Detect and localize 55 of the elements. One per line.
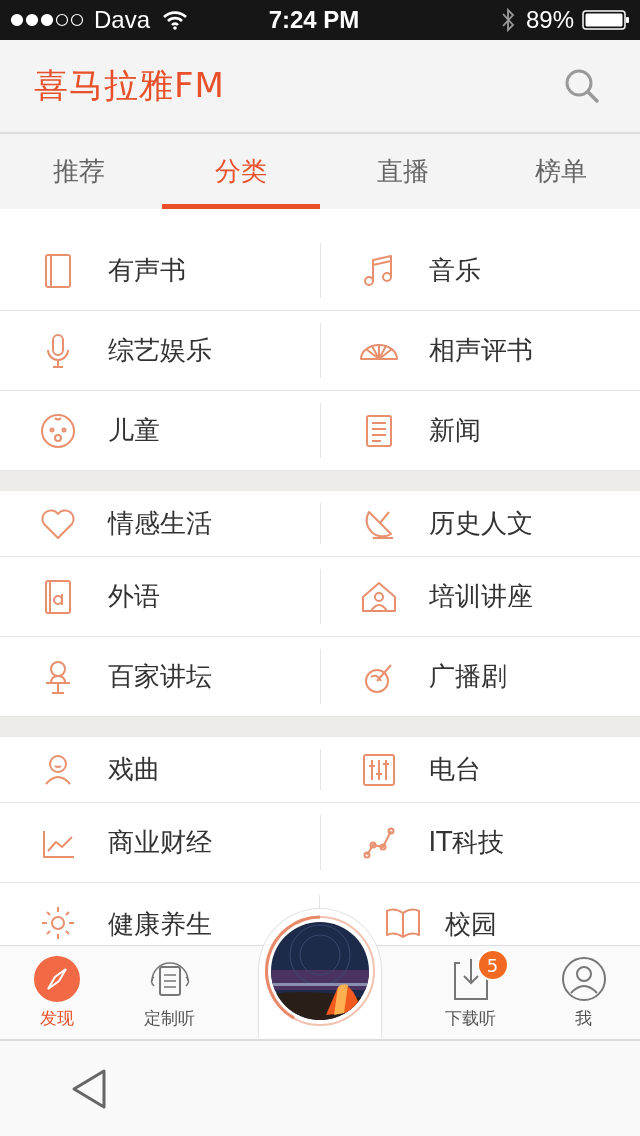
category-item[interactable]: 外语 (0, 557, 320, 636)
category-label: 广播剧 (428, 660, 507, 693)
category-label: 音乐 (428, 254, 481, 287)
nav-item[interactable]: 5 下载听 (414, 946, 527, 1039)
category-label: 情感生活 (108, 507, 212, 540)
category-label: 校园 (445, 908, 497, 941)
category-tab[interactable]: 直播 (324, 134, 482, 209)
category-item[interactable]: 情感生活 (0, 491, 320, 556)
category-item[interactable]: 健康养生 (0, 883, 230, 945)
category-label: 百家讲坛 (108, 660, 212, 693)
category-item[interactable]: 音乐 (320, 231, 640, 310)
compass-icon (32, 955, 81, 1003)
nav-item[interactable]: 发现 (0, 946, 113, 1039)
category-item[interactable]: 历史人文 (320, 491, 640, 556)
category-label: 电台 (428, 753, 481, 786)
category-item[interactable]: 培训讲座 (320, 557, 640, 636)
category-label: 有声书 (108, 254, 186, 287)
category-item[interactable]: 有声书 (0, 231, 320, 310)
battery-percent: 89% (525, 6, 574, 34)
category-label: 新闻 (428, 414, 481, 447)
battery-icon (582, 9, 630, 31)
category-item[interactable]: 新闻 (320, 391, 640, 470)
carrier-name: Dava (94, 6, 151, 34)
category-label: 外语 (108, 580, 160, 613)
category-label: 健康养生 (108, 908, 212, 941)
app-logo: 喜马拉雅FM (34, 64, 225, 107)
category-label: 历史人文 (428, 507, 533, 540)
category-label: 培训讲座 (428, 580, 533, 613)
category-tab[interactable]: 推荐 (0, 134, 158, 209)
category-label: 儿童 (108, 414, 160, 447)
category-label: 戏曲 (108, 753, 160, 786)
category-item[interactable]: 相声评书 (320, 311, 640, 390)
category-item[interactable]: IT科技 (320, 803, 640, 882)
clock: 7:24 PM (267, 6, 361, 34)
category-item[interactable]: 百家讲坛 (0, 637, 320, 716)
category-item[interactable]: 校园 (383, 883, 640, 945)
category-item[interactable]: 商业财经 (0, 803, 320, 882)
category-label: 综艺娱乐 (108, 334, 212, 367)
category-label: IT科技 (428, 826, 505, 859)
category-item[interactable]: 戏曲 (0, 737, 320, 802)
category-label: 相声评书 (428, 334, 533, 367)
notification-badge: 5 (476, 949, 509, 981)
category-item[interactable]: 儿童 (0, 391, 320, 470)
user-icon (559, 955, 608, 1003)
category-tab[interactable]: 榜单 (482, 134, 640, 209)
wifi-icon (162, 10, 189, 30)
bluetooth-icon (499, 7, 516, 33)
category-item[interactable]: 广播剧 (320, 637, 640, 716)
nav-item[interactable]: 定制听 (113, 946, 226, 1039)
category-label: 商业财经 (108, 826, 212, 859)
category-item[interactable]: 电台 (320, 737, 640, 802)
play-button[interactable] (258, 908, 382, 1038)
nav-item[interactable]: 我 (527, 946, 640, 1039)
signal-icon (10, 13, 86, 27)
category-item[interactable]: 综艺娱乐 (0, 311, 320, 390)
